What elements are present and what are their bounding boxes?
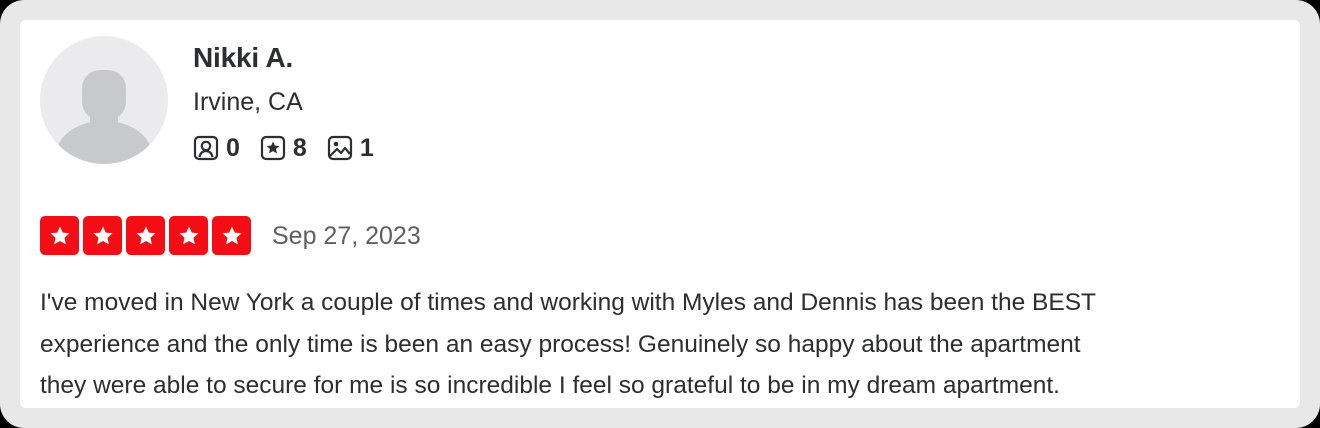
- star-rating: [40, 216, 251, 255]
- star-icon: [50, 226, 69, 244]
- star-icon: [222, 226, 241, 244]
- photos-stat: 1: [327, 135, 374, 161]
- review-text: I've moved in New York a couple of times…: [40, 282, 1300, 407]
- rating-star-2: [83, 216, 122, 255]
- default-user-avatar-icon: [54, 70, 154, 164]
- photos-count: 1: [359, 134, 374, 162]
- rating-star-3: [126, 216, 165, 255]
- user-avatar[interactable]: [40, 36, 168, 164]
- reviews-stat: 8: [260, 135, 307, 161]
- review-text-line: experience and the only time is been an …: [40, 330, 1081, 358]
- rating-star-4: [169, 216, 208, 255]
- user-name[interactable]: Nikki A.: [193, 40, 293, 76]
- friends-icon: [193, 135, 219, 161]
- friends-stat: 0: [193, 135, 240, 161]
- screenshot-frame: Nikki A. Irvine, CA 0 8 1 Sep 27, 2023 I…: [0, 0, 1320, 428]
- star-icon: [136, 226, 155, 244]
- review-card: Nikki A. Irvine, CA 0 8 1 Sep 27, 2023 I…: [20, 20, 1300, 408]
- photos-icon: [327, 135, 353, 161]
- review-date: Sep 27, 2023: [272, 222, 421, 250]
- reviews-count: 8: [292, 134, 307, 162]
- rating-star-5: [212, 216, 251, 255]
- rating-star-1: [40, 216, 79, 255]
- star-icon: [179, 226, 198, 244]
- friends-count: 0: [226, 134, 240, 162]
- user-stats: 0 8 1: [193, 132, 394, 164]
- user-location: Irvine, CA: [193, 88, 303, 116]
- review-text-line: they were able to secure for me is so in…: [40, 372, 1060, 399]
- reviews-star-icon: [260, 135, 286, 161]
- star-icon: [93, 226, 112, 244]
- review-text-line: I've moved in New York a couple of times…: [40, 289, 1097, 316]
